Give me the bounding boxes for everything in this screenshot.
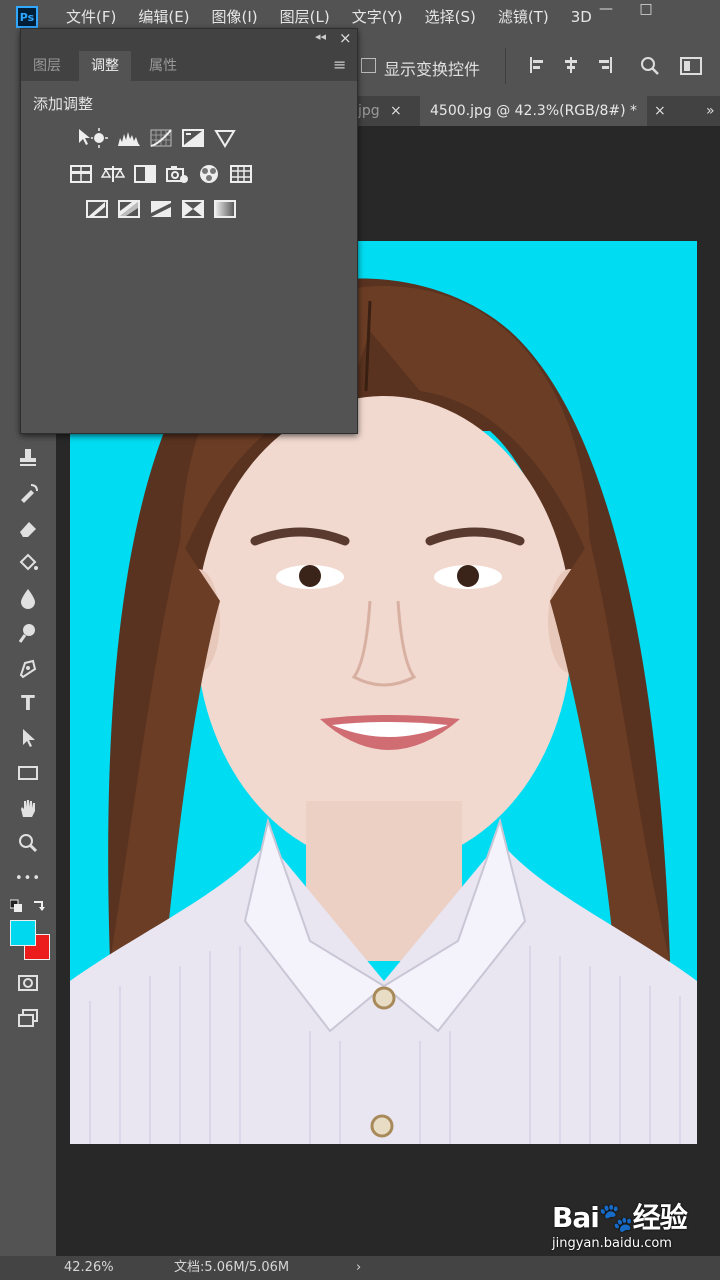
posterize-icon[interactable] [117,199,141,219]
path-selection-tool[interactable] [14,724,42,752]
show-transform-checkbox[interactable] [361,58,376,73]
black-white-icon[interactable] [133,164,157,184]
zoom-tool[interactable] [14,829,42,857]
color-balance-icon[interactable] [101,164,125,184]
swap-colors-icon[interactable] [10,898,50,914]
close-tab-current-button[interactable]: × [654,96,666,126]
tab-overflow-icon[interactable]: » [706,96,715,126]
history-brush-tool[interactable] [14,479,42,507]
adjustments-panel: ◂◂ × 图层 调整 属性 ≡ 添加调整 [20,28,358,434]
collapse-panel-icon[interactable]: ◂◂ [315,30,326,43]
tab-previous-document[interactable]: jpg [358,96,380,126]
foreground-color-swatch[interactable] [10,920,36,946]
threshold-icon[interactable] [149,199,173,219]
rectangle-tool[interactable] [14,759,42,787]
close-tab-previous-button[interactable]: × [390,96,402,126]
tab-adjustments[interactable]: 调整 [79,51,131,81]
add-adjustment-title: 添加调整 [33,95,94,113]
quick-mask-icon[interactable] [14,969,42,997]
maximize-button[interactable]: □ [632,0,660,20]
close-panel-icon[interactable]: × [339,29,352,47]
brightness-contrast-icon[interactable] [77,128,109,148]
workspace-icon[interactable] [680,56,702,76]
options-divider [505,48,506,84]
levels-icon[interactable] [117,128,141,148]
gradient-map-icon[interactable] [213,199,237,219]
pen-tool[interactable] [14,654,42,682]
panel-menu-icon[interactable]: ≡ [333,55,346,74]
align-right-icon[interactable] [596,56,614,74]
color-lookup-icon[interactable] [229,164,253,184]
hue-saturation-icon[interactable] [69,164,93,184]
status-menu-arrow[interactable]: › [356,1256,361,1280]
show-transform-label: 显示变换控件 [384,60,481,79]
panel-tabs: 图层 调整 属性 ≡ [21,51,357,81]
align-center-icon[interactable] [562,56,580,74]
status-bar: 42.26% 文档:5.06M/5.06M › [0,1256,720,1280]
watermark-logo: Bai🐾经验 [552,1201,688,1234]
hand-tool[interactable] [14,794,42,822]
panel-header[interactable]: ◂◂ × [21,29,357,51]
exposure-icon[interactable] [181,128,205,148]
photo-filter-icon[interactable] [165,164,189,184]
screen-mode-icon[interactable] [14,1004,42,1032]
zoom-level[interactable]: 42.26% [64,1256,114,1280]
vibrance-icon[interactable] [213,128,237,148]
menu-select[interactable]: 选择(S) [425,0,476,34]
curves-icon[interactable] [149,128,173,148]
baidu-jingyan-watermark: Bai🐾经验 jingyan.baidu.com [552,1196,688,1251]
invert-icon[interactable] [85,199,109,219]
document-info: 文档:5.06M/5.06M [174,1260,290,1275]
menu-type[interactable]: 文字(Y) [352,0,403,34]
stamp-tool[interactable] [14,444,42,472]
dodge-tool[interactable] [14,619,42,647]
type-tool[interactable]: T [14,689,42,717]
more-tools-icon[interactable]: ••• [14,864,42,892]
channel-mixer-icon[interactable] [197,164,221,184]
paint-bucket-tool[interactable] [14,549,42,577]
eraser-tool[interactable] [14,514,42,542]
search-icon[interactable] [640,56,660,76]
align-left-icon[interactable] [528,56,546,74]
photoshop-logo[interactable]: Ps [16,6,38,28]
menu-filter[interactable]: 滤镜(T) [498,0,549,34]
tab-layers[interactable]: 图层 [21,51,73,81]
selective-color-icon[interactable] [181,199,205,219]
tab-properties[interactable]: 属性 [137,51,189,81]
watermark-url: jingyan.baidu.com [552,1236,672,1251]
tab-current-document[interactable]: 4500.jpg @ 42.3%(RGB/8#) * [420,96,648,126]
minimize-button[interactable]: — [592,0,620,20]
menu-3d[interactable]: 3D [571,0,592,34]
blur-tool[interactable] [14,584,42,612]
